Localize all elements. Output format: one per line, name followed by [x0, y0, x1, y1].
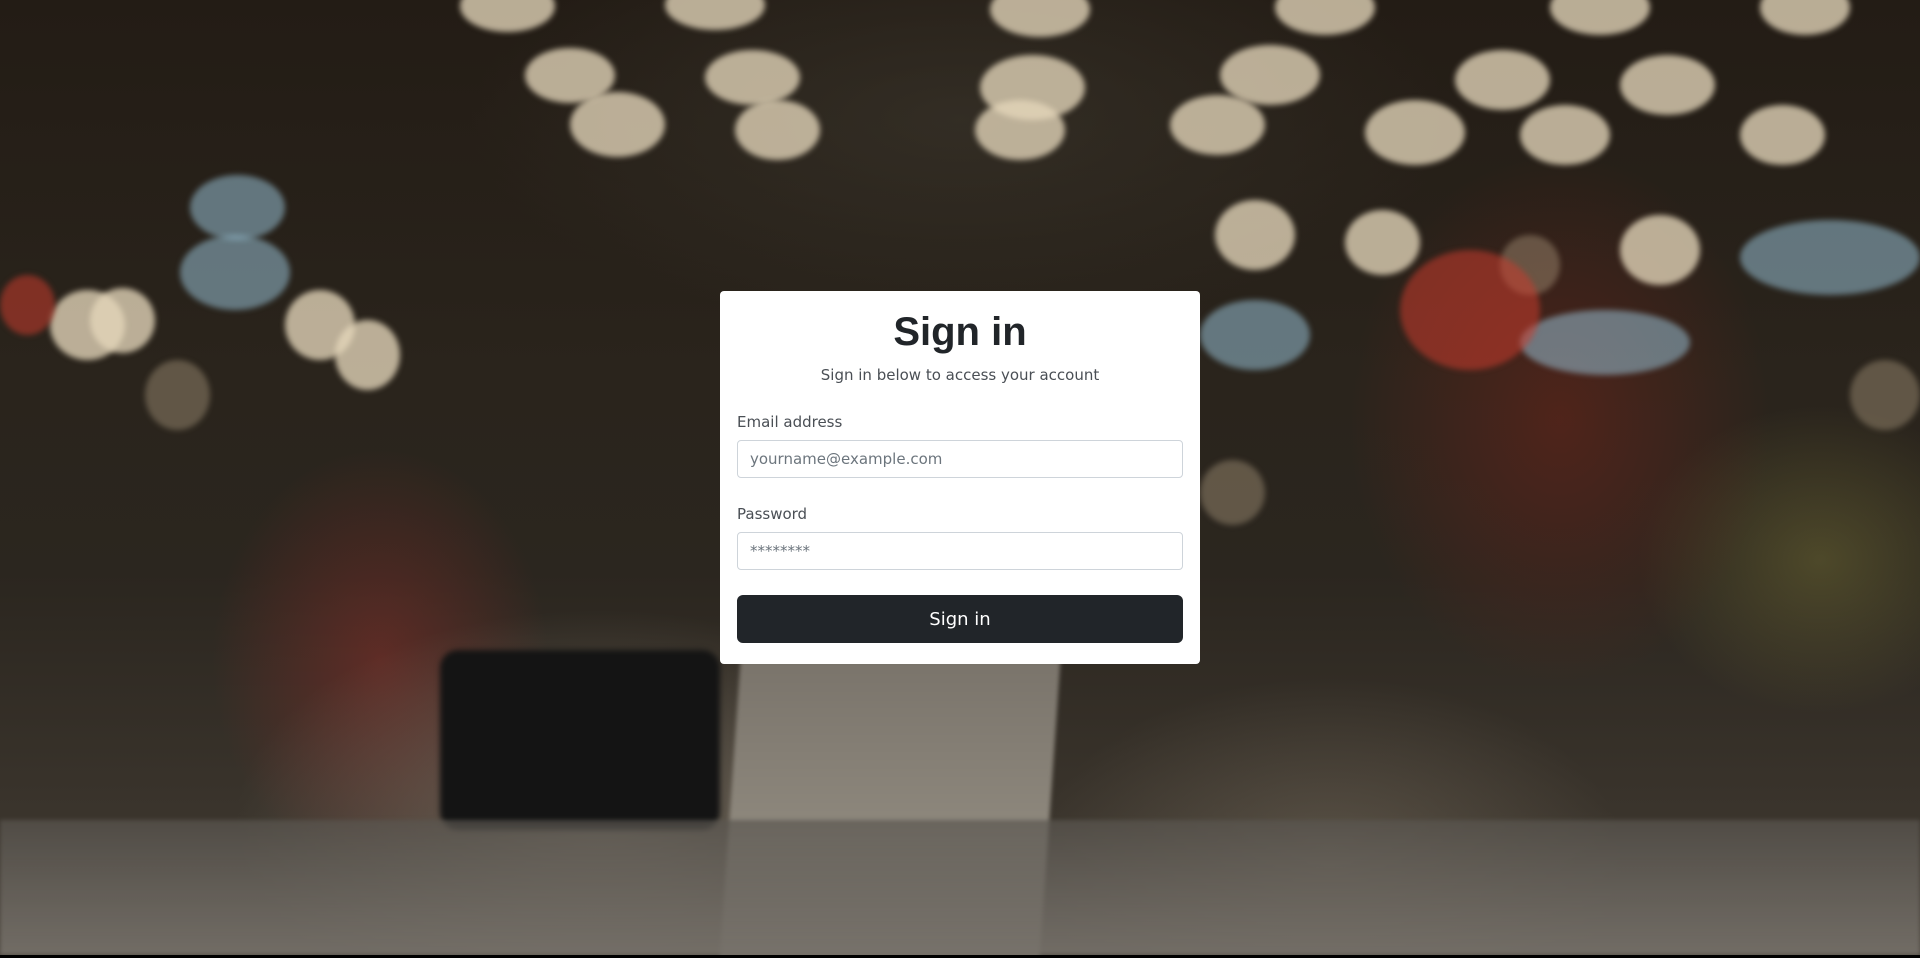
ceiling-light	[1455, 50, 1550, 110]
background-light	[1740, 220, 1920, 295]
background-light	[1200, 300, 1310, 370]
ceiling-light	[975, 100, 1065, 160]
signin-card: Sign in Sign in below to access your acc…	[720, 291, 1200, 664]
ceiling-light	[1760, 0, 1850, 35]
ceiling-light	[1365, 100, 1465, 165]
background-light	[1345, 210, 1420, 275]
ceiling-light	[1170, 95, 1265, 155]
ceiling-light	[1520, 105, 1610, 165]
background-light	[335, 320, 400, 390]
background-light	[1200, 460, 1265, 525]
background-light	[1520, 310, 1690, 375]
ceiling-light	[1275, 0, 1375, 35]
conveyor-belt	[0, 820, 1920, 955]
background-light	[1850, 360, 1920, 430]
ceiling-light	[990, 0, 1090, 37]
card-terminal	[440, 650, 720, 830]
page-title: Sign in	[893, 310, 1027, 354]
sign-in-button[interactable]: Sign in	[737, 595, 1183, 643]
page-subtitle: Sign in below to access your account	[820, 366, 1100, 384]
ceiling-light	[1620, 55, 1715, 115]
password-field[interactable]	[737, 532, 1183, 570]
background-light	[1215, 200, 1295, 270]
background-light	[0, 275, 55, 335]
background-light	[180, 235, 290, 310]
ceiling-light	[460, 0, 555, 32]
ceiling-light	[1740, 105, 1825, 165]
ceiling-light	[705, 50, 800, 105]
background-light	[1620, 215, 1700, 285]
background-light	[145, 360, 210, 430]
background-light	[1400, 250, 1540, 370]
background-light	[90, 288, 155, 353]
ceiling-light	[1550, 0, 1650, 35]
ceiling-light	[665, 0, 765, 30]
ceiling-light	[570, 92, 665, 157]
ceiling-light	[1220, 45, 1320, 105]
email-field[interactable]	[737, 440, 1183, 478]
email-label: Email address	[737, 413, 843, 431]
password-label: Password	[737, 505, 808, 523]
ceiling-light	[735, 100, 820, 160]
background-light	[190, 175, 285, 240]
